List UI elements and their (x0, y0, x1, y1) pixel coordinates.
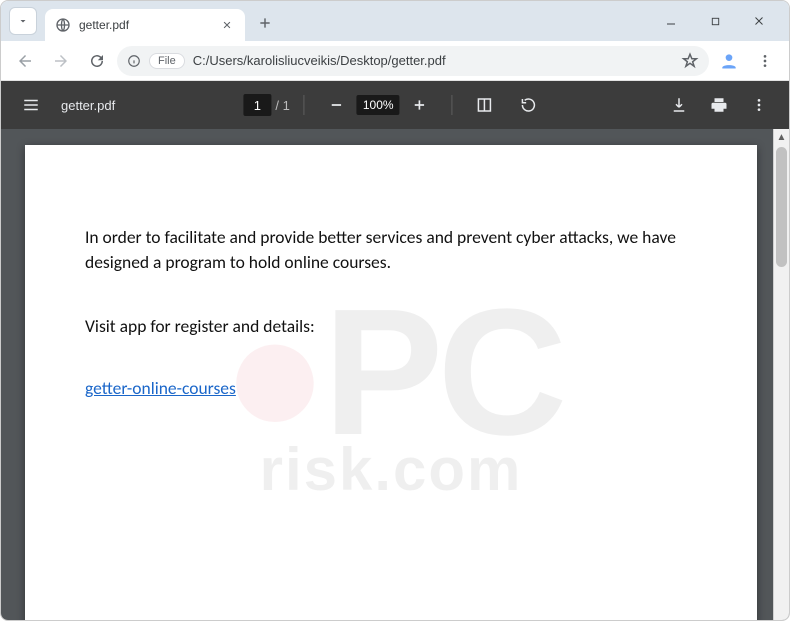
close-icon (753, 15, 765, 27)
new-tab-button[interactable] (251, 9, 279, 37)
globe-icon (55, 17, 71, 33)
nav-back-button[interactable] (9, 45, 41, 77)
kebab-icon (757, 53, 773, 69)
sidebar-toggle-button[interactable] (13, 87, 49, 123)
plus-icon (258, 16, 272, 30)
pdf-menu-button[interactable] (741, 87, 777, 123)
rotate-button[interactable] (511, 87, 547, 123)
minimize-icon (665, 15, 677, 27)
fit-icon (476, 96, 494, 114)
download-button[interactable] (661, 87, 697, 123)
vertical-scrollbar[interactable]: ▲ (773, 129, 789, 620)
tab-close-button[interactable] (219, 17, 235, 33)
page-total: / 1 (275, 98, 289, 113)
separator (304, 95, 305, 115)
omnibox[interactable]: File C:/Users/karolisliucveikis/Desktop/… (117, 46, 709, 76)
zoom-value: 100% (357, 95, 400, 115)
maximize-icon (710, 16, 721, 27)
document-link[interactable]: getter-online-courses (85, 377, 236, 399)
print-icon (710, 96, 728, 114)
window-close-button[interactable] (737, 6, 781, 36)
document-paragraph-2: Visit app for register and details: (85, 314, 697, 339)
url-text: C:/Users/karolisliucveikis/Desktop/gette… (193, 53, 673, 68)
close-icon (222, 20, 232, 30)
scrollbar-thumb[interactable] (776, 147, 787, 267)
arrow-right-icon (52, 52, 70, 70)
kebab-icon (751, 97, 767, 113)
profile-icon (719, 51, 739, 71)
star-icon (681, 52, 699, 70)
tabs-dropdown-button[interactable] (9, 7, 37, 35)
rotate-icon (520, 96, 538, 114)
zoom-out-button[interactable] (319, 87, 355, 123)
tab-title: getter.pdf (79, 18, 211, 32)
site-info-icon[interactable] (127, 54, 141, 68)
pdf-page: ●PC risk.com In order to facilitate and … (25, 145, 757, 620)
chevron-down-icon (17, 15, 29, 27)
minus-icon (329, 97, 345, 113)
tab-strip: getter.pdf (1, 1, 789, 41)
pdf-filename: getter.pdf (61, 98, 115, 113)
browser-tab[interactable]: getter.pdf (45, 9, 245, 41)
window-minimize-button[interactable] (649, 6, 693, 36)
browser-menu-button[interactable] (749, 45, 781, 77)
reload-icon (88, 52, 106, 70)
pdf-toolbar: getter.pdf / 1 100% (1, 81, 789, 129)
profile-button[interactable] (715, 47, 743, 75)
nav-forward-button[interactable] (45, 45, 77, 77)
fit-page-button[interactable] (467, 87, 503, 123)
zoom-in-button[interactable] (402, 87, 438, 123)
plus-icon (412, 97, 428, 113)
scroll-up-arrow[interactable]: ▲ (774, 129, 789, 145)
address-bar-row: File C:/Users/karolisliucveikis/Desktop/… (1, 41, 789, 81)
arrow-left-icon (16, 52, 34, 70)
bookmark-button[interactable] (681, 52, 699, 70)
page-number-input[interactable] (243, 94, 271, 116)
separator (452, 95, 453, 115)
pdf-viewport[interactable]: ●PC risk.com In order to facilitate and … (1, 129, 789, 620)
page-indicator: / 1 (243, 94, 289, 116)
file-chip: File (149, 53, 185, 69)
file-chip-label: File (158, 55, 176, 67)
window-maximize-button[interactable] (693, 6, 737, 36)
document-paragraph-1: In order to facilitate and provide bette… (85, 225, 697, 276)
download-icon (670, 96, 688, 114)
print-button[interactable] (701, 87, 737, 123)
menu-icon (22, 96, 40, 114)
nav-reload-button[interactable] (81, 45, 113, 77)
